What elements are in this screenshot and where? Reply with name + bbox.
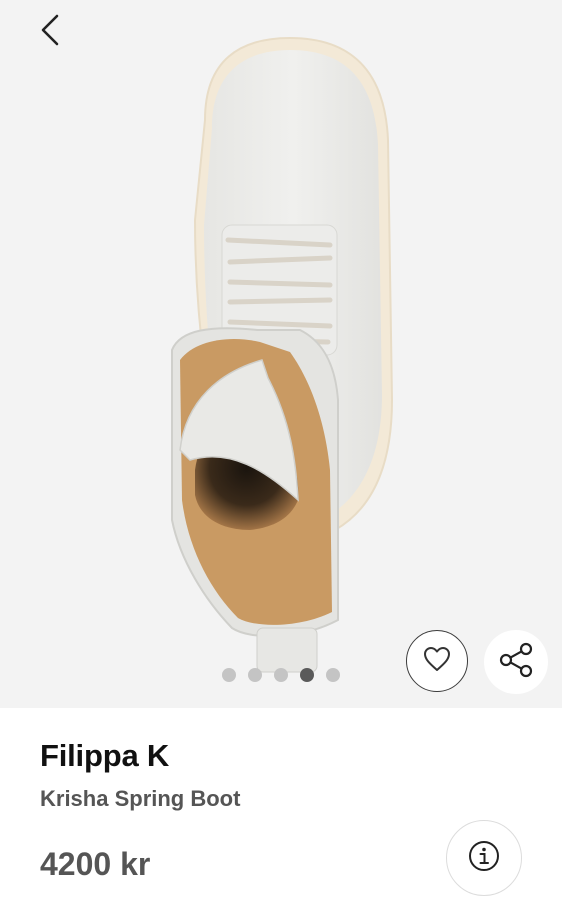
pagination-dot[interactable]	[248, 668, 262, 682]
info-icon	[468, 840, 500, 877]
product-info: Filippa K Krisha Spring Boot 4200 kr	[0, 708, 562, 900]
product-image	[171, 36, 394, 673]
product-name: Krisha Spring Boot	[40, 786, 241, 811]
favorite-button[interactable]	[406, 630, 468, 692]
product-brand: Filippa K	[40, 738, 170, 773]
share-icon	[499, 642, 533, 683]
gallery-pagination	[0, 668, 562, 684]
share-button[interactable]	[484, 630, 548, 694]
pagination-dot[interactable]	[326, 668, 340, 682]
heart-outline-icon	[423, 646, 451, 677]
product-price: 4200 kr	[40, 846, 151, 882]
chevron-left-icon	[39, 13, 61, 52]
pagination-dot[interactable]	[274, 668, 288, 682]
product-gallery[interactable]	[0, 0, 562, 708]
pagination-dot-active[interactable]	[300, 668, 314, 682]
pagination-dot[interactable]	[222, 668, 236, 682]
back-button[interactable]	[30, 12, 70, 52]
info-button[interactable]	[446, 820, 522, 896]
